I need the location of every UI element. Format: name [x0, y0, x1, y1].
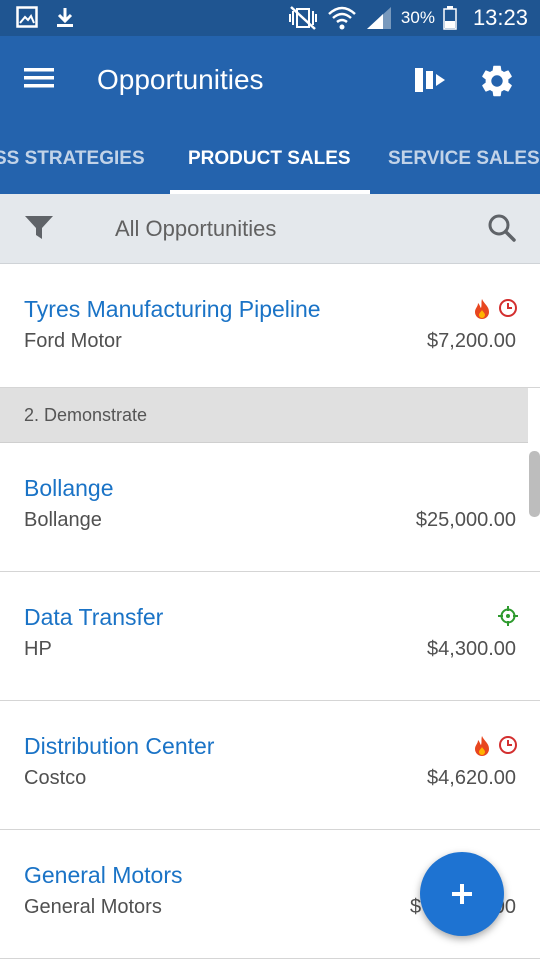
- opportunity-title: Bollange: [24, 475, 114, 501]
- filter-icon: [25, 216, 53, 239]
- menu-icon: [24, 68, 54, 88]
- pipeline-view-button[interactable]: [412, 62, 452, 102]
- pipeline-view-icon: [415, 68, 445, 92]
- scrollbar[interactable]: [529, 451, 540, 517]
- filter-bar: All Opportunities: [0, 194, 540, 264]
- opportunity-account: Ford Motor: [24, 330, 122, 352]
- wifi-icon: [328, 6, 356, 30]
- status-icons: [472, 735, 518, 757]
- opportunity-account: General Motors: [24, 896, 162, 918]
- opportunity-account: Bollange: [24, 509, 102, 531]
- opportunity-account: Costco: [24, 767, 87, 789]
- opportunity-amount: $4,300.00: [427, 638, 516, 660]
- list-item[interactable]: Data Transfer HP $4,300.00: [0, 572, 540, 701]
- search-icon: [488, 214, 516, 242]
- opportunity-title: Data Transfer: [24, 604, 164, 630]
- vibrate-mute-icon: [288, 6, 317, 30]
- status-icons: [472, 298, 518, 320]
- search-button[interactable]: [486, 212, 518, 249]
- clock-icon: [499, 736, 517, 754]
- app-bar: Opportunities: [0, 36, 540, 126]
- gallery-icon: [16, 6, 38, 28]
- clock-icon: [499, 299, 517, 317]
- battery-percent: 30%: [400, 8, 435, 27]
- fire-icon: [475, 299, 489, 319]
- list-item[interactable]: Bollange Bollange $25,000.00: [0, 443, 540, 572]
- opportunity-title: Tyres Manufacturing Pipeline: [24, 296, 321, 322]
- add-opportunity-button[interactable]: [420, 852, 504, 936]
- download-icon: [57, 8, 73, 27]
- opportunity-amount: $25,000.00: [415, 509, 516, 531]
- opportunity-amount: $7,200.00: [427, 330, 516, 352]
- target-icon: [498, 606, 518, 626]
- list-item[interactable]: Distribution Center Costco $4,620.00: [0, 701, 540, 830]
- filter-button[interactable]: [24, 214, 54, 247]
- tab-bar: SS STRATEGIES PRODUCT SALES SERVICE SALE…: [0, 126, 540, 194]
- fire-icon: [475, 736, 489, 756]
- filter-selector[interactable]: All Opportunities: [115, 216, 276, 242]
- stage-section-header: 2. Demonstrate: [0, 388, 528, 443]
- opportunity-title: General Motors: [24, 862, 183, 888]
- plus-icon: [452, 884, 472, 904]
- battery-icon: [443, 6, 457, 30]
- opportunity-account: HP: [24, 638, 52, 660]
- gear-icon: [482, 65, 512, 97]
- opportunity-amount: $4,620.00: [427, 767, 516, 789]
- list-item[interactable]: Tyres Manufacturing Pipeline Ford Motor …: [0, 264, 540, 388]
- tab-service-sales[interactable]: SERVICE SALES: [388, 126, 540, 194]
- settings-button[interactable]: [478, 62, 518, 102]
- page-title: Opportunities: [97, 64, 264, 95]
- tab-product-sales[interactable]: PRODUCT SALES: [188, 126, 351, 194]
- menu-button[interactable]: [24, 66, 58, 96]
- signal-icon: [366, 7, 391, 29]
- opportunity-title: Distribution Center: [24, 733, 215, 759]
- tab-strategies[interactable]: SS STRATEGIES: [0, 126, 145, 194]
- status-icons: [498, 606, 518, 626]
- status-bar: 30% 13:23: [0, 0, 540, 36]
- status-time: 13:23: [472, 5, 528, 30]
- section-label: 2. Demonstrate: [24, 405, 148, 425]
